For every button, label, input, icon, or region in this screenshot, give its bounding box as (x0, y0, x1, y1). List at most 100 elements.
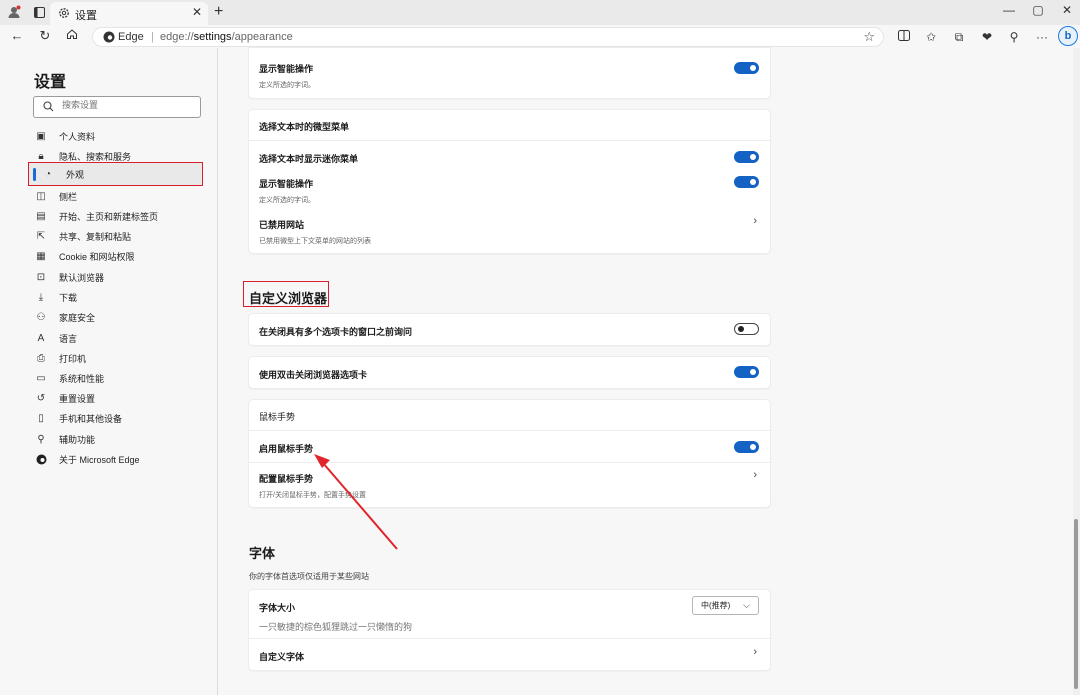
printer-icon: ⎙ (37, 352, 45, 364)
extensions-icon[interactable]: ⚲ (1006, 29, 1022, 45)
favorites-icon[interactable]: ✩ (923, 29, 939, 45)
reset-icon: ↺ (36, 392, 46, 404)
divider (249, 140, 770, 141)
font-size-label: 字体大小 (259, 603, 296, 613)
collections-icon[interactable]: ⧉ (951, 29, 967, 45)
copilot-icon[interactable]: b (1058, 26, 1078, 46)
page-title: 设置 (34, 74, 67, 91)
settings-content: 显示智能操作 定义所选的字词。 选择文本时的微型菜单 选择文本时显示迷你菜单 显… (218, 48, 1074, 695)
mini-menu-header: 选择文本时的微型菜单 (259, 122, 350, 132)
browser-essentials-icon[interactable]: ❤ (979, 29, 995, 45)
tab-actions-icon[interactable] (31, 4, 47, 20)
language-icon: A (37, 332, 45, 344)
mini-menu-card: 选择文本时的微型菜单 选择文本时显示迷你菜单 显示智能操作 定义所选的字词。 已… (249, 110, 770, 253)
divider (249, 462, 770, 463)
mini-menu-smart-actions-row: 显示智能操作 定义所选的字词。 (259, 179, 315, 204)
maximize-icon[interactable]: ▢ (1028, 3, 1048, 17)
sidebar-item-about[interactable]: 关于 Microsoft Edge (35, 450, 205, 468)
url-text: edge://settings/appearance (160, 31, 293, 43)
settings-gear-icon (58, 7, 71, 20)
disabled-sites-row[interactable]: 已禁用网站 已禁用微型上下文菜单的网站的列表 (259, 218, 760, 246)
title-bar: 设置 ✕ + — ▢ ✕ (0, 0, 1080, 25)
sidebar-item-languages[interactable]: A 语言 (35, 329, 205, 347)
sidebar-item-accessibility[interactable]: ⚲ 辅助功能 (35, 430, 205, 448)
font-size-sample: 一只敏捷的棕色狐狸跳过一只懒惰的狗 (259, 622, 413, 632)
font-size-dropdown[interactable]: 中(推荐) ⌵ (692, 596, 759, 615)
chevron-right-icon[interactable]: › (753, 646, 757, 658)
fonts-heading: 字体 (249, 546, 276, 561)
home-icon[interactable] (63, 27, 81, 45)
edge-logo-icon (103, 31, 115, 43)
sidebar-icon: ◫ (36, 190, 46, 202)
fonts-card: 字体大小 一只敏捷的棕色狐狸跳过一只懒惰的狗 中(推荐) ⌵ 自定义字体 › (249, 590, 770, 670)
chevron-down-icon: ⌵ (743, 600, 750, 610)
divider (249, 430, 770, 431)
search-icon (43, 101, 54, 112)
more-icon[interactable]: ··· (1034, 29, 1050, 45)
chevron-right-icon[interactable]: › (753, 215, 757, 227)
site-name: Edge (118, 31, 144, 43)
sidebar-item-profile[interactable]: ▣ 个人资料 (35, 127, 205, 145)
lock-icon: 🔒︎ (38, 150, 44, 162)
accessibility-icon: ⚲ (37, 433, 45, 445)
double-click-close-card: 使用双击关闭浏览器选项卡 (249, 357, 770, 388)
edge-logo-icon (35, 453, 47, 465)
address-bar[interactable]: Edge | edge://settings/appearance ☆ (92, 27, 884, 47)
ask-before-close-label: 在关闭具有多个选项卡的窗口之前询问 (259, 327, 413, 337)
mini-menu-smart-actions-toggle[interactable] (734, 176, 759, 188)
sidebar-item-share[interactable]: ⇱ 共享、复制和粘贴 (35, 227, 205, 245)
laptop-icon: ▭ (36, 372, 46, 384)
ask-before-close-card: 在关闭具有多个选项卡的窗口之前询问 (249, 314, 770, 345)
mouse-gesture-header: 鼠标手势 (259, 412, 296, 422)
sidebar-item-sidebar[interactable]: ◫ 侧栏 (35, 187, 205, 205)
search-field[interactable] (33, 96, 201, 118)
home-page-icon: ▤ (36, 210, 46, 222)
custom-fonts-row[interactable]: 自定义字体 (259, 650, 760, 663)
sidebar-item-phone[interactable]: ▯ 手机和其他设备 (35, 409, 205, 427)
sidebar-item-system[interactable]: ▭ 系统和性能 (35, 369, 205, 387)
sidebar-item-cookies[interactable]: ▦ Cookie 和网站权限 (35, 247, 205, 265)
window-close-icon[interactable]: ✕ (1057, 3, 1077, 17)
share-icon: ⇱ (36, 230, 46, 242)
sidebar-item-start-home[interactable]: ▤ 开始、主页和新建标签页 (35, 207, 205, 225)
double-click-close-label: 使用双击关闭浏览器选项卡 (259, 370, 368, 380)
chevron-right-icon[interactable]: › (753, 469, 757, 481)
scrollbar-thumb[interactable] (1074, 519, 1078, 689)
back-icon[interactable]: ← (8, 27, 26, 45)
profile-card-icon: ▣ (36, 130, 46, 142)
fonts-description: 你的字体首选项仅适用于某些网站 (249, 572, 369, 581)
sidebar-item-family[interactable]: ⚇ 家庭安全 (35, 308, 205, 326)
search-input[interactable] (62, 100, 192, 110)
family-icon: ⚇ (36, 311, 46, 323)
sidebar-item-default-browser[interactable]: ⊡ 默认浏览器 (35, 268, 205, 286)
tab-settings[interactable]: 设置 ✕ (50, 2, 208, 25)
profile-icon[interactable] (6, 4, 22, 20)
tab-title: 设置 (75, 10, 97, 22)
annotation-highlight-box (243, 281, 329, 307)
new-tab-icon[interactable]: + (214, 3, 223, 21)
minimize-icon[interactable]: — (999, 3, 1019, 17)
toolbar: ← ↻ Edge | edge://settings/appearance ☆ … (0, 25, 1080, 48)
default-browser-icon: ⊡ (36, 271, 46, 283)
smart-actions-toggle[interactable] (734, 62, 759, 74)
smart-actions-row: 显示智能操作 定义所选的字词。 (259, 64, 315, 89)
mini-menu-toggle[interactable] (734, 151, 759, 163)
mini-menu-row: 选择文本时显示迷你菜单 (259, 154, 359, 164)
ask-before-close-toggle[interactable] (734, 323, 759, 335)
double-click-close-toggle[interactable] (734, 366, 759, 378)
enable-mouse-gesture-toggle[interactable] (734, 441, 759, 453)
smart-actions-card: 显示智能操作 定义所选的字词。 (249, 48, 770, 98)
divider (249, 638, 770, 639)
split-screen-icon[interactable] (896, 29, 912, 45)
favorite-star-icon[interactable]: ☆ (863, 29, 875, 45)
sidebar-item-downloads[interactable]: ⤓ 下载 (35, 288, 205, 306)
configure-mouse-gesture-row[interactable]: 配置鼠标手势 打开/关闭鼠标手势，配置手势设置 (259, 472, 760, 500)
sidebar-item-appearance[interactable]: ◔ 外观 (28, 162, 203, 186)
cookie-icon: ▦ (36, 250, 46, 262)
download-icon: ⤓ (38, 291, 44, 303)
sidebar-item-reset[interactable]: ↺ 重置设置 (35, 389, 205, 407)
refresh-icon[interactable]: ↻ (36, 27, 54, 45)
close-icon[interactable]: ✕ (192, 5, 202, 19)
sidebar-item-printers[interactable]: ⎙ 打印机 (35, 349, 205, 367)
settings-sidebar: 设置 ▣ 个人资料 🔒︎ 隐私、搜索和服务 ◔ 外观 ◫ 侧栏 ▤ 开始、主页和… (0, 48, 218, 695)
